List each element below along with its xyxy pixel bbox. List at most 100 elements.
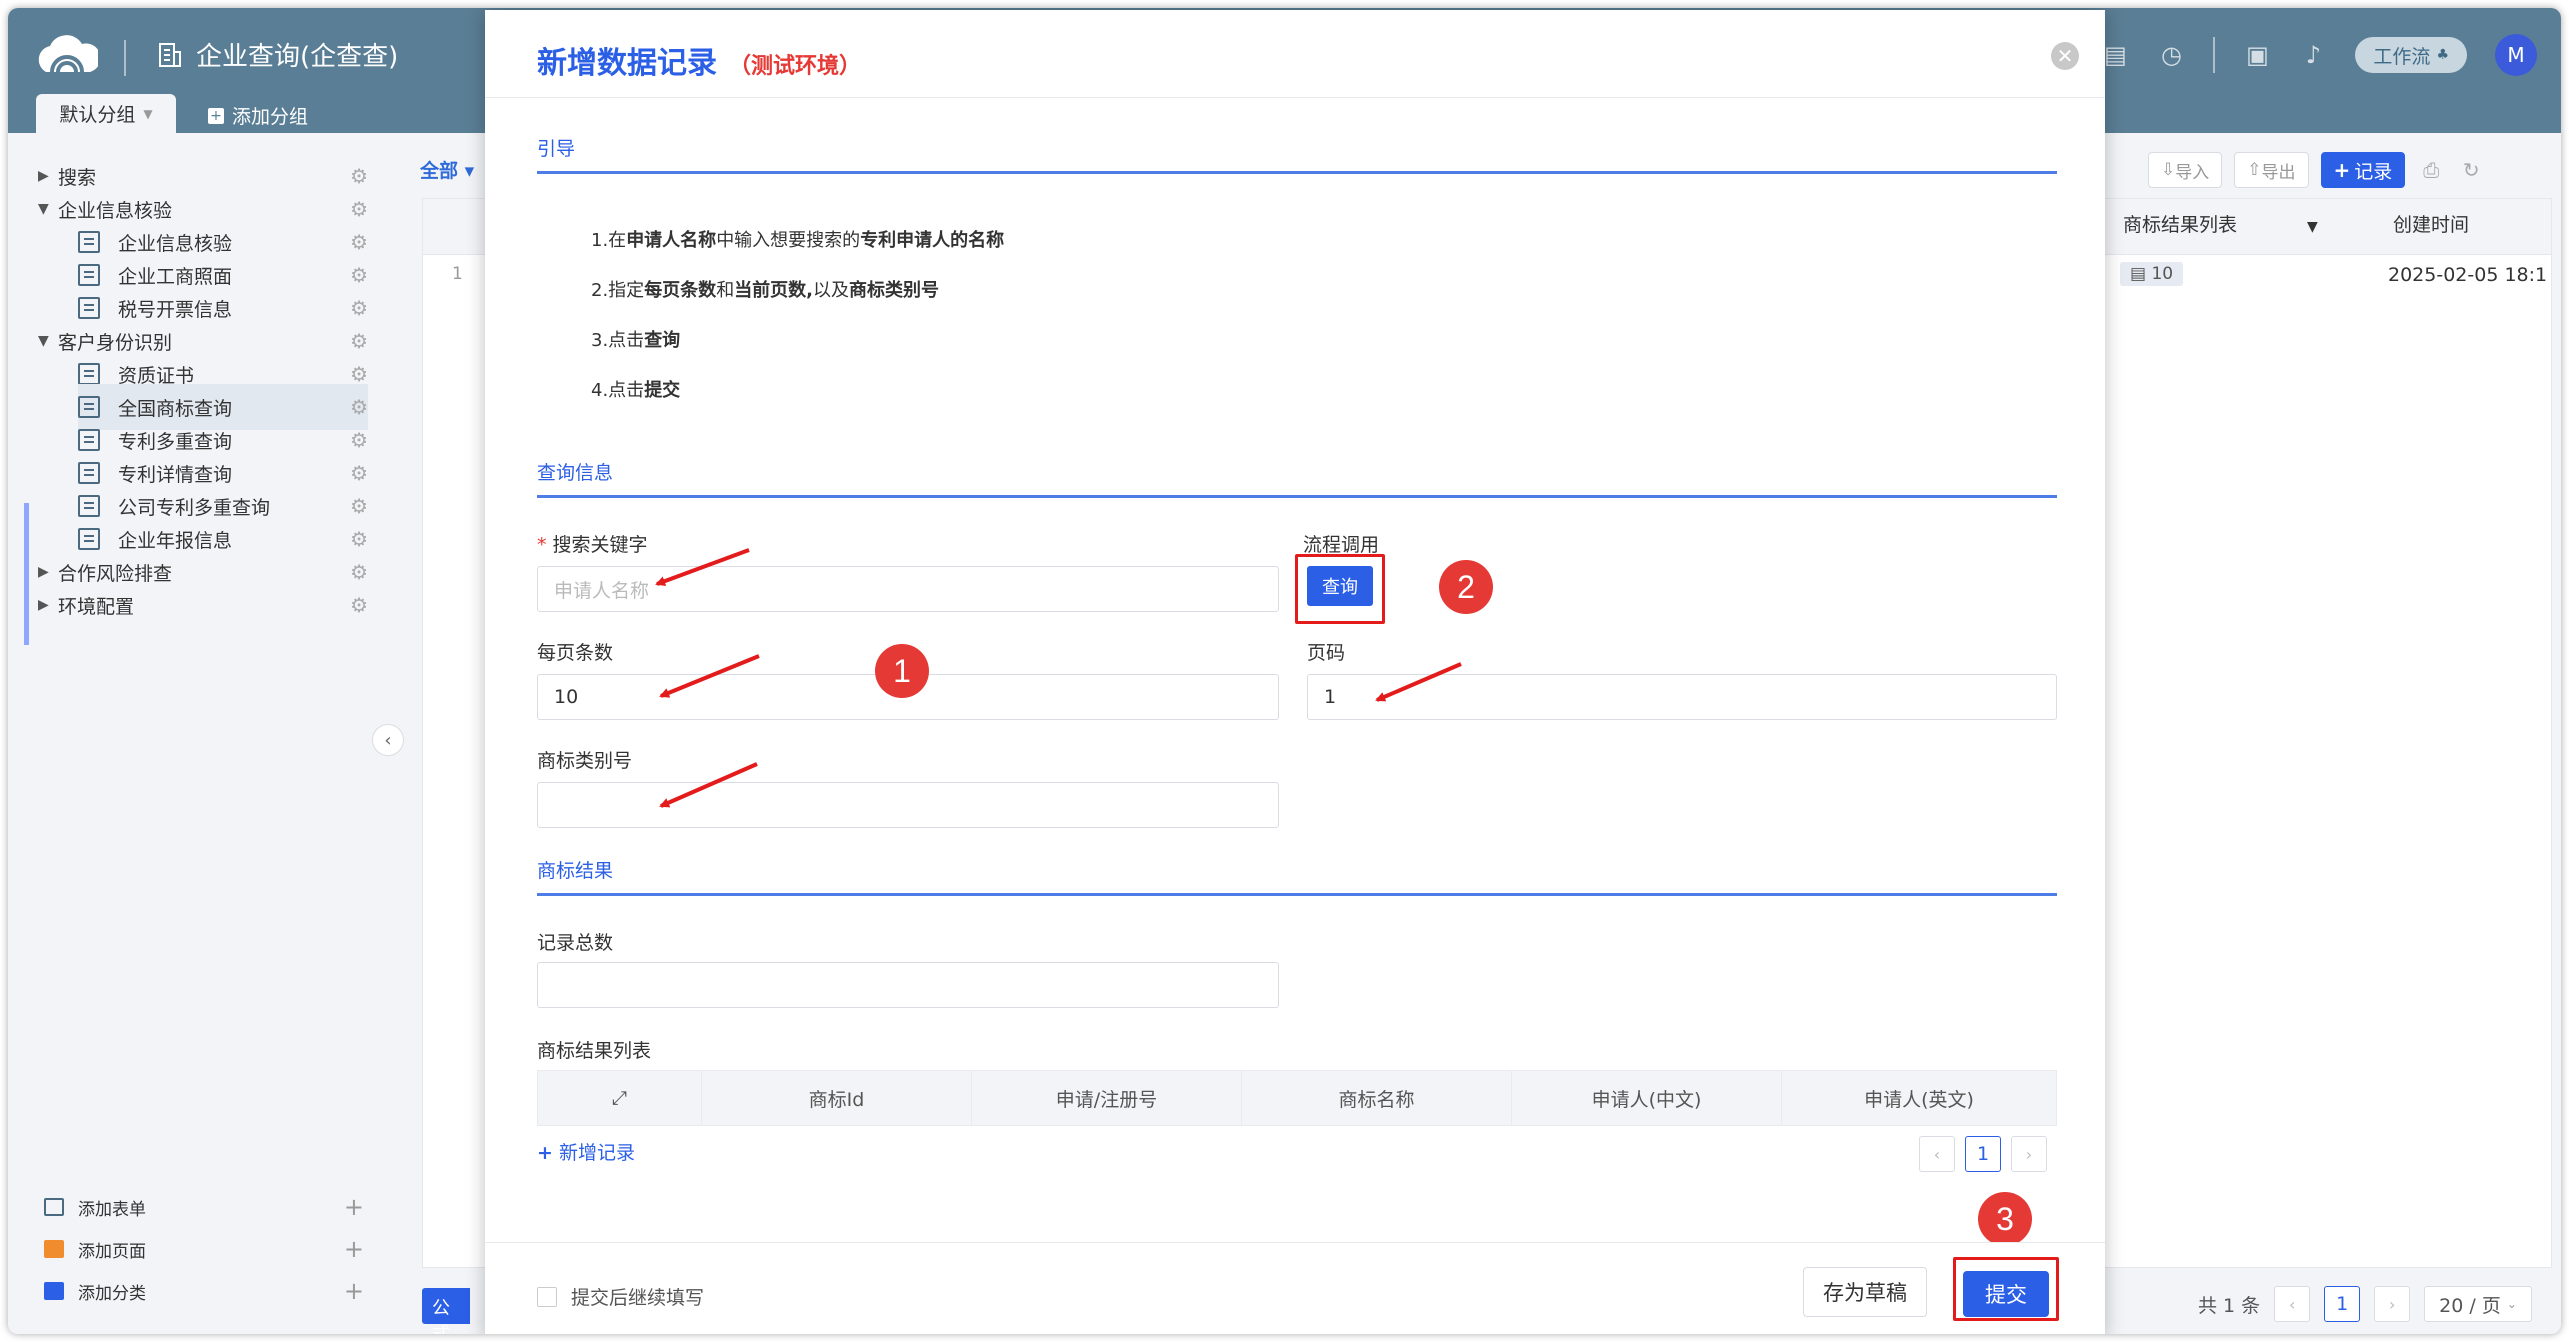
text: 2.指定 (591, 280, 645, 301)
gear-icon[interactable]: ⚙ (350, 230, 368, 254)
continue-checkbox[interactable]: 提交后继续填写 (537, 1283, 704, 1310)
print-icon[interactable]: ⎙ (2417, 156, 2445, 184)
class-input[interactable] (537, 782, 1279, 828)
add-subrecord-label: 新增记录 (558, 1142, 635, 1164)
bell-icon[interactable]: ♪ (2299, 41, 2327, 69)
save-draft-button[interactable]: 存为草稿 (1803, 1267, 1927, 1317)
add-group-button[interactable]: + 添加分组 (208, 102, 308, 129)
text: 和 (716, 280, 735, 301)
prev-page-button[interactable]: ‹ (1919, 1136, 1955, 1172)
gear-icon[interactable]: ⚙ (350, 263, 368, 287)
sidebar-item-env[interactable]: ▶ 环境配置 ⚙ (38, 582, 368, 628)
gear-icon[interactable]: ⚙ (350, 164, 368, 188)
gear-icon[interactable]: ⚙ (350, 329, 368, 353)
form-icon (78, 231, 100, 253)
import-label: 导入 (2175, 162, 2210, 183)
page-input[interactable]: 1 (1307, 674, 2057, 720)
export-button[interactable]: ⇧ 导出 (2234, 152, 2309, 188)
page-size-select[interactable]: 20 / 页 ⌄ (2424, 1286, 2532, 1322)
total-input[interactable] (537, 962, 1279, 1008)
chevron-down-icon: ▼ (143, 106, 153, 121)
current-page[interactable]: 1 (1965, 1136, 2001, 1172)
keyword-input[interactable]: 申请人名称 (537, 566, 1279, 612)
app-title: 企业查询(企查查) (158, 36, 398, 73)
trademark-count-tag[interactable]: ▤ 10 (2120, 262, 2184, 286)
formula-button[interactable]: 公式 (422, 1288, 470, 1334)
avatar[interactable]: M (2495, 34, 2537, 76)
prev-page-button[interactable]: ‹ (2274, 1286, 2311, 1322)
add-page-label: 添加页面 (78, 1241, 146, 1262)
keyword-label-text: 搜索关键字 (552, 534, 648, 556)
form-icon (78, 264, 100, 286)
add-record-button[interactable]: + 记录 (2320, 152, 2406, 188)
document-icon[interactable]: ▤ (2101, 41, 2129, 69)
next-page-button[interactable]: › (2374, 1286, 2411, 1322)
add-form-button[interactable]: 添加表单 + (44, 1189, 364, 1225)
plus-icon: + (343, 1235, 364, 1263)
collapse-sidebar-button[interactable]: ‹ (372, 724, 404, 756)
gear-icon[interactable]: ⚙ (350, 494, 368, 518)
divider (124, 40, 126, 76)
step-badge-2: 2 (1439, 560, 1493, 614)
modal-title: 新增数据记录 （测试环境） (537, 38, 861, 82)
form-icon (78, 396, 100, 418)
add-record-label: 记录 (2354, 160, 2393, 183)
column-label: 商标结果列表 (2123, 214, 2238, 236)
app-window: 企业查询(企查查) 默认分组 ▼ + 添加分组 ▤ ◷ ▣ ♪ 工作流 ♣ M … (8, 8, 2561, 1334)
divider (2213, 37, 2216, 73)
section-result: 商标结果 (537, 856, 2057, 896)
gear-icon[interactable]: ⚙ (350, 560, 368, 584)
current-page[interactable]: 1 (2324, 1286, 2361, 1322)
text: 3.点击 (591, 330, 645, 351)
import-button[interactable]: ⇩ 导入 (2148, 152, 2223, 188)
folder-icon (44, 1282, 64, 1300)
tab-default-group[interactable]: 默认分组 ▼ (36, 94, 176, 133)
gear-icon[interactable]: ⚙ (350, 593, 368, 617)
column-header-trademark-list[interactable]: 商标结果列表 ▼ (2123, 210, 2318, 237)
filter-all[interactable]: 全部 ▾ (420, 156, 474, 183)
subtable-pager: ‹ 1 › (1919, 1136, 2047, 1172)
form-icon (78, 429, 100, 451)
top-right-tools: ▤ ◷ ▣ ♪ 工作流 ♣ M (2101, 34, 2537, 76)
section-guide: 引导 (537, 134, 2057, 174)
app-title-text: 企业查询(企查查) (196, 42, 399, 72)
column-header-created[interactable]: 创建时间 (2393, 210, 2469, 237)
form-icon (78, 495, 100, 517)
add-category-button[interactable]: 添加分类 + (44, 1273, 364, 1309)
close-icon[interactable]: ✕ (2051, 42, 2079, 70)
gear-icon[interactable]: ⚙ (350, 461, 368, 485)
refresh-icon[interactable]: ↻ (2457, 156, 2485, 184)
next-page-button[interactable]: › (2011, 1136, 2047, 1172)
clipboard-icon[interactable]: ▣ (2243, 41, 2271, 69)
modal-header: 新增数据记录 （测试环境） ✕ (485, 10, 2105, 98)
row-number: 1 (452, 264, 463, 284)
add-subrecord-button[interactable]: + 新增记录 (537, 1138, 635, 1165)
total-count: 共 1 条 (2198, 1294, 2261, 1317)
text-bold: 申请人名称 (626, 230, 717, 251)
annotation-arrows (655, 548, 1462, 808)
new-record-modal: 新增数据记录 （测试环境） ✕ 引导 1.在申请人名称中输入想要搜索的专利申请人的… (485, 10, 2105, 1334)
gear-icon[interactable]: ⚙ (350, 395, 368, 419)
text-bold: 查询 (644, 330, 681, 351)
modal-title-text: 新增数据记录 (537, 46, 717, 81)
text-bold: 专利申请人的名称 (860, 230, 1005, 251)
gear-icon[interactable]: ⚙ (350, 296, 368, 320)
page-size-label: 每页条数 (537, 642, 614, 664)
th-applicant-cn: 申请人(中文) (1512, 1071, 1782, 1125)
checkbox[interactable] (537, 1286, 557, 1307)
page-label: 页码 (1307, 642, 1346, 664)
guide-line-3: 3.点击查询 (591, 326, 680, 352)
gear-icon[interactable]: ⚙ (350, 197, 368, 221)
chevron-down-icon: ⌄ (2506, 1297, 2517, 1311)
workflow-button[interactable]: 工作流 ♣ (2355, 37, 2467, 73)
gear-icon[interactable]: ⚙ (350, 362, 368, 386)
gear-icon[interactable]: ⚙ (350, 527, 368, 551)
continue-label: 提交后继续填写 (571, 1287, 705, 1309)
guide-line-4: 4.点击提交 (591, 376, 680, 402)
gear-icon[interactable]: ⚙ (350, 428, 368, 452)
caret-down-icon: ▼ (38, 201, 49, 217)
workflow-label: 工作流 (2373, 45, 2431, 68)
expand-icon[interactable]: ⤢ (538, 1071, 702, 1125)
clock-icon[interactable]: ◷ (2157, 41, 2185, 69)
add-page-button[interactable]: 添加页面 + (44, 1231, 364, 1267)
